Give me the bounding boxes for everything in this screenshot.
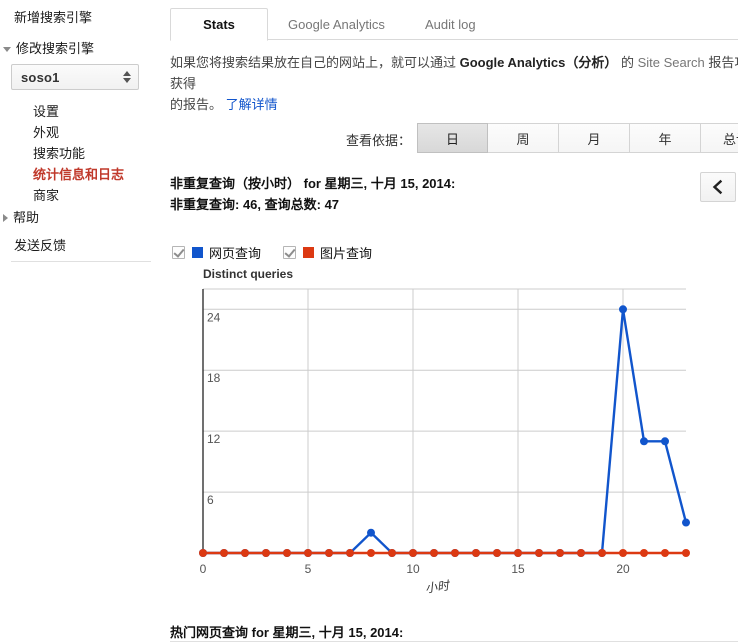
intro-paragraph: 如果您将搜索结果放在自己的网站上，就可以通过 Google Analytics（… (170, 52, 738, 115)
sidebar-item-settings[interactable]: 设置 (33, 104, 59, 120)
view-by-total-button[interactable]: 总计 (701, 123, 738, 153)
sidebar-item-look-and-feel-label: 外观 (33, 125, 60, 140)
view-by-week-button[interactable]: 周 (488, 123, 559, 153)
chart-legend: 网页查询 图片查询 (172, 243, 394, 262)
sidebar-item-help[interactable]: 帮助 (3, 210, 39, 226)
sidebar-divider (11, 261, 151, 262)
sidebar-item-statistics-and-logs[interactable]: 统计信息和日志 (33, 167, 124, 183)
legend-label-image-queries: 图片查询 (320, 246, 373, 261)
sidebar-edit-engine-label: 修改搜索引擎 (16, 41, 95, 56)
triangle-right-icon (3, 214, 8, 222)
triangle-down-icon (3, 46, 11, 52)
previous-period-button[interactable] (700, 172, 736, 202)
sidebar-item-search-features[interactable]: 搜索功能 (33, 146, 85, 162)
tab-audit-log-label: Audit log (425, 17, 476, 32)
sidebar: 新增搜索引擎 修改搜索引擎 soso1 设置 外观 搜索功能 统计信息和日志 商… (0, 0, 160, 644)
tab-google-analytics[interactable]: Google Analytics (270, 8, 403, 41)
learn-more-link[interactable]: 了解详情 (226, 97, 278, 112)
chart-title: 非重复查询（按小时） for 星期三, 十月 15, 2014: (170, 176, 456, 191)
sidebar-item-settings-label: 设置 (33, 104, 60, 119)
svg-text:12: 12 (207, 432, 221, 446)
sidebar-item-edit-engine[interactable]: 修改搜索引擎 (3, 41, 94, 57)
sidebar-item-search-features-label: 搜索功能 (33, 146, 86, 161)
intro-text-part1: 如果您将搜索结果放在自己的网站上，就可以通过 (170, 55, 460, 70)
sidebar-item-send-feedback[interactable]: 发送反馈 (14, 238, 66, 254)
search-engine-select-value: soso1 (21, 69, 60, 85)
sidebar-item-business-label: 商家 (33, 188, 60, 203)
bottom-divider (170, 641, 738, 642)
svg-text:0: 0 (200, 562, 207, 576)
chart-x-axis-title: 小时 (424, 578, 450, 596)
svg-text:5: 5 (305, 562, 312, 576)
legend-item-web-queries[interactable]: 网页查询 (172, 243, 261, 262)
top-web-queries-title: 热门网页查询 for 星期三, 十月 15, 2014: (170, 625, 404, 640)
chart-y-axis-title: Distinct queries (203, 267, 294, 281)
svg-text:15: 15 (511, 562, 525, 576)
tab-google-analytics-label: Google Analytics (288, 17, 385, 32)
chevron-left-icon (712, 179, 723, 195)
svg-text:24: 24 (207, 310, 221, 324)
view-by-year-label: 年 (658, 131, 672, 147)
intro-text-part4: 的报告。 (170, 97, 223, 112)
tab-bar: Stats Google Analytics Audit log (170, 8, 738, 41)
view-by-day-button[interactable]: 日 (417, 123, 488, 153)
svg-text:18: 18 (207, 371, 221, 385)
legend-checkbox-web-queries[interactable] (172, 246, 185, 259)
legend-label-web-queries: 网页查询 (209, 246, 262, 261)
intro-feature: Site Search (637, 55, 705, 70)
legend-swatch-web-queries (192, 247, 203, 258)
svg-text:10: 10 (406, 562, 420, 576)
sidebar-add-engine-label: 新增搜索引擎 (14, 10, 93, 25)
view-by-week-label: 周 (516, 131, 530, 147)
intro-text-part2: 的 (617, 55, 638, 70)
line-chart[interactable]: 6 12 18 24 0 5 10 15 20 (170, 283, 710, 593)
chart-subtitle: 非重复查询: 46, 查询总数: 47 (170, 197, 340, 212)
updown-arrows-icon (123, 70, 132, 84)
view-by-button-group: 日 周 月 年 总计 (417, 123, 738, 153)
legend-swatch-image-queries (303, 247, 315, 258)
sidebar-help-label: 帮助 (13, 210, 40, 225)
sidebar-item-business[interactable]: 商家 (33, 188, 59, 204)
legend-item-image-queries[interactable]: 图片查询 (283, 243, 372, 262)
chart-canvas: 6 12 18 24 0 5 10 15 20 (199, 288, 690, 576)
svg-text:6: 6 (207, 493, 214, 507)
view-by-total-label: 总计 (722, 131, 738, 147)
page-root: 新增搜索引擎 修改搜索引擎 soso1 设置 外观 搜索功能 统计信息和日志 商… (0, 0, 738, 644)
view-by-day-label: 日 (445, 131, 459, 147)
tab-audit-log[interactable]: Audit log (407, 8, 494, 41)
view-by-label: 查看依据： (346, 133, 412, 148)
tab-stats[interactable]: Stats (170, 8, 268, 41)
sidebar-item-look-and-feel[interactable]: 外观 (33, 125, 59, 141)
search-engine-select[interactable]: soso1 (11, 64, 139, 90)
intro-brand: Google Analytics（分析） (459, 55, 618, 70)
view-by-month-label: 月 (587, 131, 601, 147)
tab-stats-label: Stats (203, 17, 235, 32)
sidebar-send-feedback-label: 发送反馈 (14, 238, 67, 253)
sidebar-item-statistics-and-logs-label: 统计信息和日志 (33, 167, 125, 182)
view-by-year-button[interactable]: 年 (630, 123, 701, 153)
view-by-month-button[interactable]: 月 (559, 123, 630, 153)
svg-text:20: 20 (616, 562, 630, 576)
sidebar-item-add-engine[interactable]: 新增搜索引擎 (14, 10, 92, 26)
legend-checkbox-image-queries[interactable] (283, 246, 297, 259)
